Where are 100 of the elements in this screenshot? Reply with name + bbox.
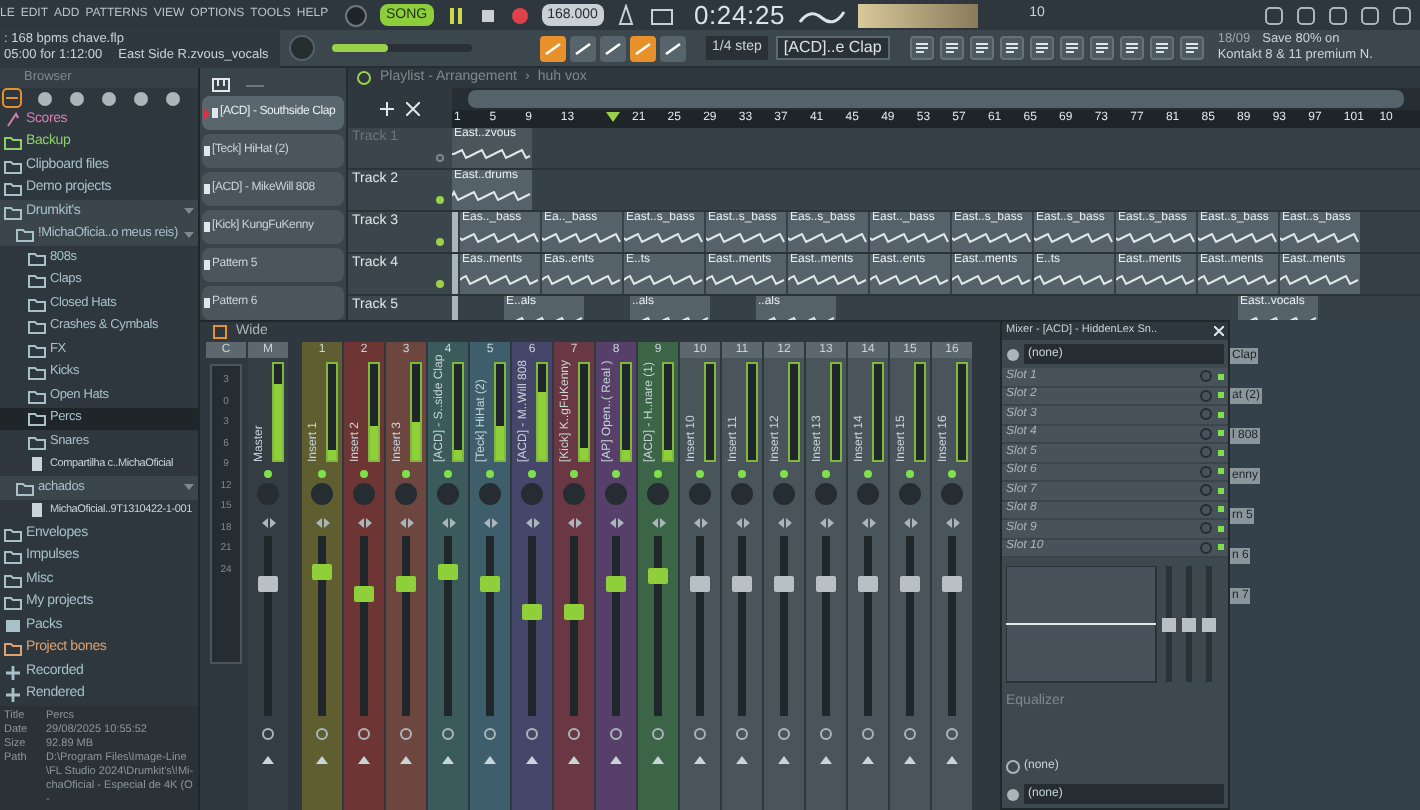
master-pitch-slider[interactable] [332,44,472,52]
monitor-panel [857,3,978,27]
plus-icon [4,686,22,703]
volume-fader[interactable] [696,536,704,716]
pan-icon[interactable] [483,518,497,528]
volume-fader[interactable] [738,536,746,716]
send-arrow-icon[interactable] [568,756,580,764]
pan-icon[interactable] [903,518,917,528]
volume-fader[interactable] [780,536,788,716]
plus-icon [4,663,22,680]
level-meter [272,362,284,462]
send-arrow-icon[interactable] [862,756,874,764]
send-arrow-icon[interactable] [526,756,538,764]
status-led[interactable] [948,470,956,478]
send-arrow-icon[interactable] [904,756,916,764]
volume-fader[interactable] [402,536,410,716]
status-led[interactable] [654,470,662,478]
status-led[interactable] [906,470,914,478]
status-led[interactable] [612,470,620,478]
status-led[interactable] [360,470,368,478]
send-arrow-icon[interactable] [820,756,832,764]
song-time: 0:24:25 [693,1,786,29]
level-meter [452,362,464,462]
knob-icon[interactable] [344,3,368,27]
send-arrow-icon[interactable] [358,756,370,764]
metronome-icon[interactable] [615,4,638,26]
pan-icon[interactable] [441,518,455,528]
level-meter [662,362,674,462]
status-led[interactable] [738,470,746,478]
volume-fader[interactable] [906,536,914,716]
pan-icon[interactable] [735,518,749,528]
pan-icon[interactable] [399,518,413,528]
send-arrow-icon[interactable] [694,756,706,764]
caret-icon[interactable] [184,208,194,215]
volume-fader[interactable] [822,536,830,716]
note-icon [4,111,22,128]
send-arrow-icon[interactable] [484,756,496,764]
send-arrow-icon[interactable] [946,756,958,764]
send-arrow-icon[interactable] [736,756,748,764]
volume-fader[interactable] [318,536,326,716]
volume-fader[interactable] [570,536,578,716]
status-led[interactable] [444,470,452,478]
pan-icon[interactable] [819,518,833,528]
add-icon[interactable] [380,101,394,115]
status-led[interactable] [528,470,536,478]
toolbar-icon[interactable] [212,324,228,340]
volume-fader[interactable] [864,536,872,716]
status-led[interactable] [822,470,830,478]
box-icon [4,617,22,634]
send-arrow-icon[interactable] [262,756,274,764]
volume-fader[interactable] [948,536,956,716]
pause-icon[interactable] [445,5,466,25]
pan-icon[interactable] [609,518,623,528]
pan-icon[interactable] [945,518,959,528]
pan-icon[interactable] [261,518,275,528]
overview-scrollbar[interactable] [468,90,1404,108]
volume-fader[interactable] [654,536,662,716]
selected-marker-icon [204,107,210,119]
level-meter [410,362,422,462]
send-arrow-icon[interactable] [442,756,454,764]
send-arrow-icon[interactable] [400,756,412,764]
close-icon[interactable] [406,101,420,115]
pan-icon[interactable] [315,518,329,528]
status-led[interactable] [264,470,272,478]
close-icon[interactable] [1214,326,1224,336]
status-led[interactable] [486,470,494,478]
volume-fader[interactable] [486,536,494,716]
pan-icon[interactable] [693,518,707,528]
stop-icon[interactable] [477,5,498,25]
status-led[interactable] [570,470,578,478]
caret-icon[interactable] [184,484,194,491]
playhead-icon[interactable] [605,112,620,122]
pan-icon[interactable] [525,518,539,528]
status-led[interactable] [780,470,788,478]
volume-fader[interactable] [360,536,368,716]
pan-icon[interactable] [651,518,665,528]
status-led[interactable] [696,470,704,478]
send-arrow-icon[interactable] [610,756,622,764]
record-icon[interactable] [509,5,530,25]
level-meter [368,362,380,462]
level-meter [326,362,338,462]
send-arrow-icon[interactable] [778,756,790,764]
level-meter [578,362,590,462]
folder-icon [4,640,22,657]
send-arrow-icon[interactable] [652,756,664,764]
volume-fader[interactable] [612,536,620,716]
volume-fader[interactable] [444,536,452,716]
status-led[interactable] [318,470,326,478]
folder-icon [16,479,34,496]
status-led[interactable] [864,470,872,478]
status-led[interactable] [402,470,410,478]
pan-icon[interactable] [861,518,875,528]
pattern-selector[interactable]: [ACD]..e Clap [775,36,890,60]
pan-icon[interactable] [777,518,791,528]
caret-icon[interactable] [184,231,194,238]
piano-icon[interactable] [212,78,230,92]
send-arrow-icon[interactable] [316,756,328,764]
pan-icon[interactable] [357,518,371,528]
pan-icon[interactable] [567,518,581,528]
volume-fader[interactable] [528,536,536,716]
